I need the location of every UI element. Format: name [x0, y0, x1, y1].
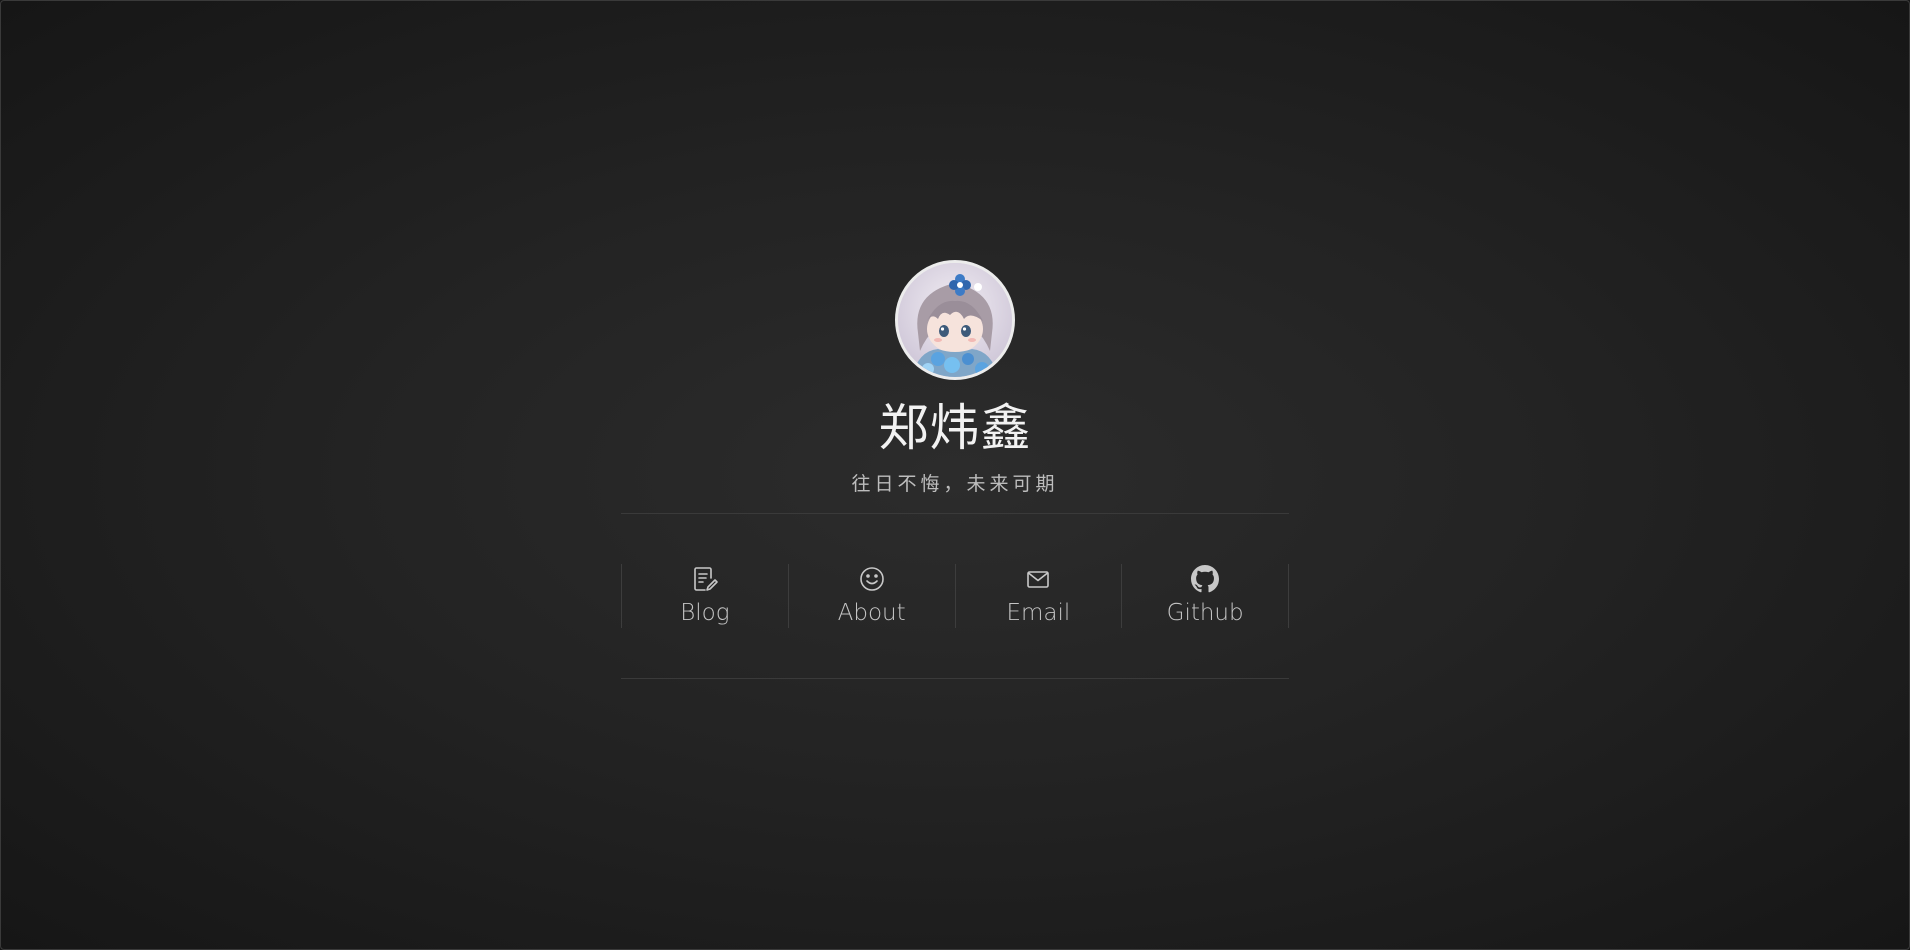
profile-name: 郑炜鑫 — [878, 399, 1032, 457]
profile-motto: 往日不悔，未来可期 — [851, 473, 1059, 495]
avatar — [895, 260, 1015, 380]
divider-top — [621, 513, 1289, 514]
nav-item-blog[interactable]: Blog — [621, 564, 788, 628]
nav-bar: Blog About Email Github — [621, 564, 1289, 628]
smiley-icon — [858, 565, 886, 593]
mail-icon — [1024, 565, 1052, 593]
nav-label-blog: Blog — [680, 600, 730, 626]
divider-bottom — [621, 678, 1289, 679]
avatar-illustration — [898, 263, 1012, 377]
nav-label-about: About — [837, 600, 906, 626]
nav-item-about[interactable]: About — [787, 564, 955, 628]
nav-label-email: Email — [1006, 600, 1071, 626]
nav-item-github[interactable]: Github — [1121, 564, 1289, 628]
edit-document-icon — [691, 565, 719, 593]
nav-label-github: Github — [1166, 600, 1244, 626]
github-icon — [1191, 565, 1220, 593]
nav-item-email[interactable]: Email — [954, 564, 1122, 628]
profile-card: 郑炜鑫 往日不悔，未来可期 Blog About Email Github — [621, 260, 1289, 679]
